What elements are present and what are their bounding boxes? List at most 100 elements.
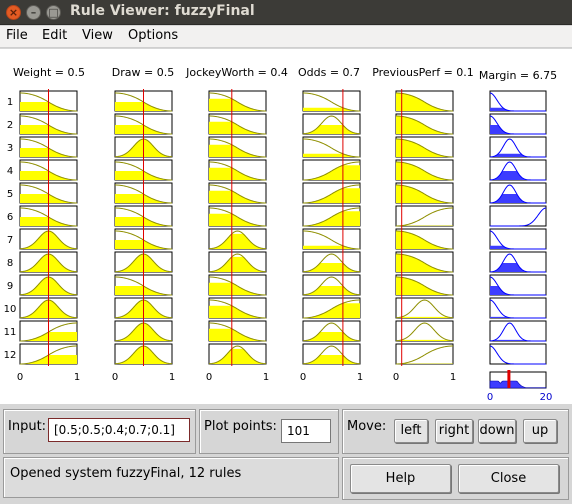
output-cell — [489, 297, 547, 319]
input-var-label-Weight: Weight = 0.5 — [13, 66, 85, 79]
rule-cell — [302, 297, 361, 319]
input-var-label-JockeyWorth: JockeyWorth = 0.4 — [185, 66, 288, 79]
rule-cell — [395, 274, 454, 296]
rule-cell — [302, 343, 361, 365]
output-cell — [489, 205, 547, 227]
input-panel: Input: [0.5;0.5;0.4;0.7;0.1] — [3, 409, 196, 454]
rule-cell — [302, 228, 361, 250]
axis-tick-label: 1 — [450, 372, 456, 383]
rule-cell — [208, 297, 267, 319]
rule-number: 12 — [4, 350, 17, 361]
axis-tick-label: 1 — [74, 372, 80, 383]
output-cell — [489, 320, 547, 342]
rule-cell — [208, 113, 267, 135]
rule-number: 6 — [7, 212, 13, 223]
rule-viewer-plot[interactable]: Weight = 0.5 Draw = 0.5 JockeyWorth = 0.4 O… — [0, 49, 572, 404]
plot-points-field[interactable]: 101 — [281, 419, 331, 443]
rule-number: 4 — [7, 166, 13, 177]
rule-number: 7 — [7, 235, 13, 246]
rule-cell — [208, 205, 267, 227]
rule-cell — [395, 159, 454, 181]
rule-cell — [302, 90, 361, 112]
rule-cell — [208, 343, 267, 365]
move-up-button[interactable]: up — [523, 419, 557, 443]
mf-fill — [396, 339, 453, 341]
axis-tick-label: 1 — [357, 372, 363, 383]
rule-cell — [395, 228, 454, 250]
plot-points-panel: Plot points: 101 — [199, 409, 339, 454]
input-var-label-Odds: Odds = 0.7 — [298, 66, 360, 79]
rule-cell — [395, 320, 454, 342]
rule-cell — [395, 297, 454, 319]
status-text: Opened system fuzzyFinal, 12 rules — [10, 466, 242, 481]
rule-number: 11 — [4, 327, 17, 338]
close-icon: × — [8, 6, 19, 19]
minimize-icon: – — [30, 6, 37, 19]
maximize-icon: □ — [48, 6, 59, 19]
rule-cell — [302, 182, 361, 204]
move-panel: Move: left right down up — [342, 409, 569, 454]
cell-frame — [395, 297, 454, 319]
output-var-label: Margin = 6.75 — [479, 69, 557, 82]
window-close-button[interactable]: × — [6, 5, 21, 20]
rule-number: 8 — [7, 258, 13, 269]
menu-edit[interactable]: Edit — [42, 28, 67, 43]
rule-cell — [302, 320, 361, 342]
axis-tick-label: 0 — [112, 372, 118, 383]
move-right-button[interactable]: right — [435, 419, 473, 443]
rule-cell — [395, 136, 454, 158]
title-bar: × – □ Rule Viewer: fuzzyFinal — [0, 0, 572, 25]
rule-cell — [208, 274, 267, 296]
aggregate-output — [489, 370, 547, 389]
output-cell — [489, 90, 547, 112]
rule-cell — [208, 228, 267, 250]
rule-cell — [208, 159, 267, 181]
rule-cell — [302, 113, 361, 135]
help-button[interactable]: Help — [350, 464, 451, 493]
rule-number: 2 — [7, 120, 13, 131]
axis-tick-label: 0 — [17, 372, 23, 383]
rule-cell — [208, 182, 267, 204]
menu-file[interactable]: File — [6, 28, 28, 43]
output-cell — [489, 251, 547, 273]
output-cell — [489, 136, 547, 158]
window-title: Rule Viewer: fuzzyFinal — [70, 3, 255, 19]
output-cell — [489, 228, 547, 250]
axis-tick-label: 0 — [206, 372, 212, 383]
rule-number: 3 — [7, 143, 13, 154]
rule-cell — [208, 251, 267, 273]
output-value-marker — [507, 370, 511, 388]
rule-cell — [395, 205, 454, 227]
input-var-label-Draw: Draw = 0.5 — [112, 66, 174, 79]
rule-cell — [302, 251, 361, 273]
rule-cell — [208, 90, 267, 112]
rule-cell — [208, 320, 267, 342]
rule-cell — [302, 159, 361, 181]
close-button[interactable]: Close — [458, 464, 559, 493]
output-axis-tick: 20 — [540, 392, 553, 403]
rule-number: 9 — [7, 281, 13, 292]
rule-number: 1 — [7, 97, 13, 108]
move-label: Move: — [347, 419, 387, 434]
action-panel: Help Close — [342, 457, 569, 500]
menu-view[interactable]: View — [82, 28, 113, 43]
rule-cell — [395, 182, 454, 204]
output-cell — [489, 182, 547, 204]
axis-tick-label: 0 — [393, 372, 399, 383]
plot-points-label: Plot points: — [204, 419, 277, 434]
window-minimize-button[interactable]: – — [26, 5, 41, 20]
axis-tick-label: 1 — [263, 372, 269, 383]
move-down-button[interactable]: down — [478, 419, 516, 443]
input-field[interactable]: [0.5;0.5;0.4;0.7;0.1] — [48, 418, 190, 442]
rule-cell — [395, 343, 454, 365]
window-maximize-button[interactable]: □ — [46, 5, 61, 20]
menu-options[interactable]: Options — [128, 28, 178, 43]
rule-cell — [395, 90, 454, 112]
output-axis-tick: 0 — [487, 392, 493, 403]
cell-frame — [395, 320, 454, 342]
cell-frame — [489, 297, 547, 319]
input-var-label-PreviousPerf: PreviousPerf = 0.1 — [372, 66, 474, 79]
axis-tick-label: 1 — [169, 372, 175, 383]
rule-number: 10 — [4, 304, 17, 315]
move-left-button[interactable]: left — [394, 419, 428, 443]
